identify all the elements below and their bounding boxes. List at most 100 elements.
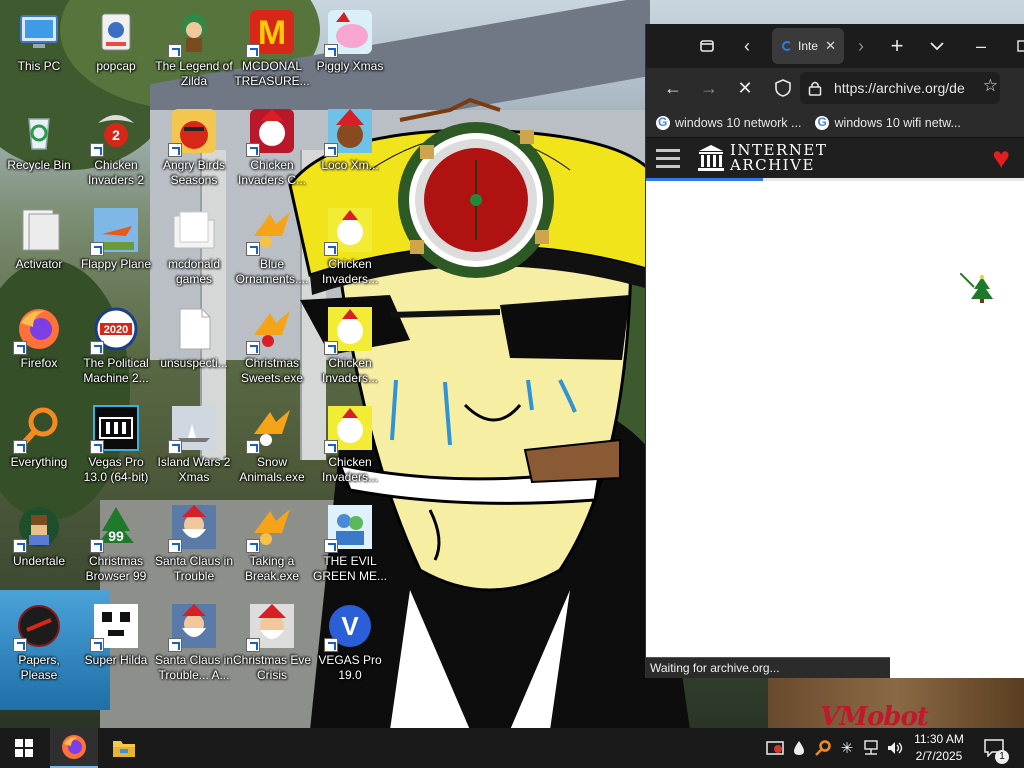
desktop-icon-label: Vegas Pro 13.0 (64-bit) [83, 455, 149, 484]
desktop-icon-label: Loco Xm... [321, 158, 379, 172]
maximize-button[interactable] [1006, 29, 1024, 63]
desktop-icon[interactable]: Angry Birds Seasons [156, 103, 232, 193]
desktop-icon[interactable]: Flappy Plane [78, 202, 154, 292]
vegas-pro-19-icon: V [324, 602, 374, 652]
tab-scroll-left-button[interactable]: ‹ [730, 29, 764, 63]
desktop-icon[interactable]: This PC [1, 4, 77, 94]
start-button[interactable] [0, 728, 48, 768]
bookmark-star-icon[interactable]: ☆ [983, 76, 998, 96]
desktop-icon[interactable]: Chicken Invaders C... [234, 103, 310, 193]
hamburger-menu-icon[interactable] [650, 138, 686, 178]
desktop-icon[interactable]: Papers, Please [1, 598, 77, 688]
desktop-icon[interactable]: Blue Ornaments.... [234, 202, 310, 292]
everything-search-icon [13, 404, 63, 454]
desktop-icon[interactable]: Recycle Bin [1, 103, 77, 193]
desktop-icon[interactable]: Chicken Invaders... [312, 400, 388, 490]
donate-heart-icon[interactable]: ♥ [992, 144, 1010, 174]
bookmark-item[interactable]: windows 10 wifi netw... [815, 115, 961, 130]
stop-loading-button[interactable]: ✕ [728, 71, 762, 105]
desktop-icon[interactable]: Christmas Sweets.exe [234, 301, 310, 391]
browser-window[interactable]: ‹ Inte ✕ › + – ← → ✕ https://archive.org… [646, 24, 1024, 678]
desktop-icon[interactable]: Loco Xm... [312, 103, 388, 193]
page-content [646, 181, 1024, 678]
shortcut-arrow-icon [13, 539, 27, 553]
close-icon: ✕ [737, 77, 753, 98]
minimize-button[interactable]: – [964, 29, 998, 63]
tray-droplet-icon[interactable] [788, 728, 810, 768]
tab-scroll-right-button[interactable]: › [844, 29, 878, 63]
desktop-icon[interactable]: mcdonald games [156, 202, 232, 292]
volume-icon[interactable] [884, 728, 906, 768]
svg-text:V: V [341, 611, 359, 641]
desktop-icon-label: Piggly Xmas [316, 59, 384, 73]
desktop-icon[interactable]: unsuspecti... [156, 301, 232, 391]
taskbar-firefox[interactable] [50, 728, 98, 768]
desktop-icon[interactable]: Everything [1, 400, 77, 490]
shortcut-arrow-icon [246, 638, 260, 652]
desktop-icon[interactable]: Santa Claus in Trouble [154, 499, 234, 589]
svg-text:2: 2 [112, 127, 120, 143]
desktop-icon[interactable]: Santa Claus in Trouble... A... [155, 598, 233, 688]
desktop-icon[interactable]: 2 Chicken Invaders 2 [78, 103, 154, 193]
desktop-icon[interactable]: Piggly Xmas [312, 4, 388, 94]
desktop-icon[interactable]: Undertale [1, 499, 77, 589]
tab-archive-org[interactable]: Inte ✕ [772, 28, 844, 64]
desktop-icon-label: Firefox [20, 356, 58, 370]
desktop-icon[interactable]: Firefox [1, 301, 77, 391]
desktop-icon-label: popcap [96, 59, 136, 73]
desktop-icon[interactable]: The Legend of Zilda [155, 4, 233, 94]
desktop-icon[interactable]: THE EVIL GREEN ME... [312, 499, 388, 589]
desktop-icon[interactable]: 2020 The Political Machine 2... [78, 301, 154, 391]
desktop-icon-label: Chicken Invaders C... [237, 158, 307, 187]
desktop-icon-label: Super Hilda [84, 653, 148, 667]
minimize-icon: – [975, 35, 986, 56]
bookmark-item[interactable]: windows 10 network ... [656, 115, 801, 130]
desktop-icon[interactable]: Chicken Invaders... [312, 301, 388, 391]
santa-claus-icon [168, 503, 218, 553]
desktop-icon[interactable]: popcap [78, 4, 154, 94]
close-tab-icon[interactable]: ✕ [825, 38, 836, 54]
desktop-icon[interactable]: Snow Animals.exe [234, 400, 310, 490]
desktop-icon[interactable]: 99 Christmas Browser 99 [78, 499, 154, 589]
christmas-sweets-icon [246, 305, 296, 355]
taskbar-clock[interactable]: 11:30 AM 2/7/2025 [906, 731, 972, 765]
network-icon[interactable] [860, 728, 882, 768]
notification-center-button[interactable]: 1 [980, 728, 1009, 768]
desktop-icon-label: Papers, Please [18, 653, 60, 682]
desktop-icon[interactable]: M MCDONAL TREASURE... [234, 4, 310, 94]
tab-actions-button[interactable] [690, 29, 724, 63]
desktop-icon-label: THE EVIL GREEN ME... [312, 554, 387, 583]
address-bar[interactable]: https://archive.org/de [800, 72, 1000, 104]
windows-logo-icon [15, 739, 33, 757]
island-wars-icon [168, 404, 218, 454]
back-button[interactable]: ← [656, 71, 690, 105]
folder-icon [113, 741, 135, 757]
desktop-icon-label: Recycle Bin [7, 158, 71, 172]
shortcut-arrow-icon [246, 539, 260, 553]
tray-snowflake-icon[interactable]: ✳ [836, 728, 858, 768]
desktop-icon[interactable]: Activator [1, 202, 77, 292]
desktop-icon-label: Santa Claus in Trouble [154, 554, 234, 583]
desktop-icon[interactable]: Vegas Pro 13.0 (64-bit) [78, 400, 154, 490]
internet-archive-logo[interactable]: INTERNET ARCHIVE [698, 143, 827, 173]
tab-list-button[interactable] [920, 29, 954, 63]
desktop-icon-label: Snow Animals.exe [239, 455, 305, 484]
desktop-icon-label: Taking a Break.exe [244, 554, 300, 583]
shield-icon[interactable] [774, 78, 792, 98]
desktop-icon[interactable]: Taking a Break.exe [234, 499, 310, 589]
activator-icon [15, 206, 63, 254]
desktop-icon[interactable]: Christmas Eve Crisis [233, 598, 311, 688]
tray-shield-icon[interactable] [764, 728, 786, 768]
popcap-icon [92, 8, 140, 56]
desktop-icon[interactable]: Super Hilda [78, 598, 154, 688]
wallpaper-sign: VMobot [820, 702, 929, 728]
forward-button[interactable]: → [692, 71, 726, 105]
desktop-icon[interactable]: Island Wars 2 Xmas [156, 400, 232, 490]
clock-date: 2/7/2025 [915, 749, 963, 763]
desktop-icon[interactable]: Chicken Invaders... [312, 202, 388, 292]
new-tab-button[interactable]: + [880, 29, 914, 63]
taskbar-file-explorer[interactable] [100, 728, 148, 768]
tray-everything-search-icon[interactable] [812, 728, 834, 768]
logo-line-archive: ARCHIVE [730, 156, 815, 174]
desktop-icon[interactable]: V VEGAS Pro 19.0 [312, 598, 388, 688]
